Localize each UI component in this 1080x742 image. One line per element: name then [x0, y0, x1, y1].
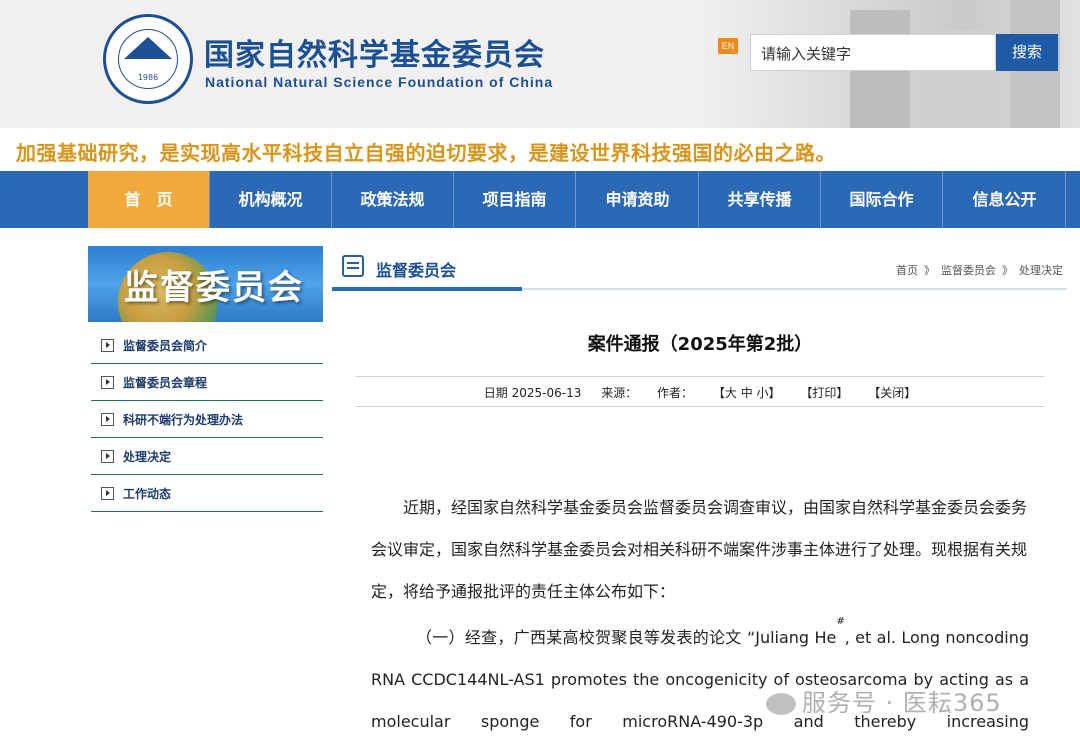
sidebar-banner: 监督委员会 — [88, 246, 323, 322]
article-paragraph-2: （一）经查，广西某高校贺聚良等发表的论文 “Juliang He#, et al… — [371, 617, 1029, 742]
nav-item-international[interactable]: 国际合作 — [821, 171, 943, 228]
breadcrumb-separator: 》 — [924, 264, 935, 277]
nav-item-sharing[interactable]: 共享传播 — [699, 171, 821, 228]
article-paragraph-1: 近期，经国家自然科学基金委员会监督委员会调查审议，由国家自然科学基金委员会委务会… — [371, 498, 1028, 601]
sidebar-item-label: 监督委员会章程 — [123, 376, 208, 390]
nav-item-disclosure[interactable]: 信息公开 — [944, 171, 1066, 228]
english-language-button[interactable]: EN — [718, 38, 738, 54]
slogan-text: 加强基础研究，是实现高水平科技自立自强的迫切要求，是建设世界科技强国的必由之路。 — [16, 141, 836, 165]
logo-year: 1986 — [137, 73, 159, 82]
sidebar-item-intro[interactable]: 监督委员会简介 — [91, 327, 323, 364]
logo-mountain-icon — [124, 37, 172, 59]
breadcrumb-decisions[interactable]: 处理决定 — [1019, 264, 1063, 277]
meta-divider-top — [356, 376, 1044, 377]
sidebar-item-label: 监督委员会简介 — [123, 339, 208, 353]
org-name-cn: 国家自然科学基金委员会 — [204, 38, 545, 73]
article-title: 案件通报（2025年第2批） — [587, 334, 813, 355]
org-name-en: National Natural Science Foundation of C… — [205, 74, 554, 90]
article-meta: 日期 2025-06-13 来源： 作者： 【大 中 小】 【打印】 【关闭】 — [356, 384, 1044, 401]
meta-divider-bottom — [356, 406, 1044, 407]
sidebar-item-charter[interactable]: 监督委员会章程 — [91, 364, 323, 401]
meta-date: 日期 2025-06-13 — [484, 386, 582, 400]
sidebar-banner-title: 监督委员会 — [124, 268, 304, 308]
watermark: 服务号 · 医耘365 — [766, 683, 1002, 718]
watermark-text: 服务号 · 医耘365 — [802, 689, 1002, 717]
search-button[interactable]: 搜索 — [996, 34, 1058, 71]
meta-author-label: 作者： — [657, 386, 694, 400]
section-title: 监督委员会 — [376, 261, 457, 280]
paragraph-2-part-a: （一）经查，广西某高校贺聚良等发表的论文 “Juliang He — [416, 628, 837, 647]
nav-item-about[interactable]: 机构概况 — [210, 171, 332, 228]
arrow-right-icon — [101, 413, 114, 426]
arrow-right-icon — [101, 339, 114, 352]
nsfc-logo[interactable]: 1986 — [103, 14, 193, 104]
meta-date-label: 日期 — [483, 386, 508, 400]
wechat-icon — [766, 693, 796, 715]
breadcrumb-home[interactable]: 首页 — [896, 264, 918, 277]
arrow-right-icon — [101, 487, 114, 500]
breadcrumb-committee[interactable]: 监督委员会 — [941, 264, 996, 277]
arrow-right-icon — [101, 376, 114, 389]
paragraph-2-superscript: # — [836, 616, 845, 627]
nav-item-apply[interactable]: 申请资助 — [577, 171, 699, 228]
arrow-right-icon — [101, 450, 114, 463]
nav-item-policies[interactable]: 政策法规 — [332, 171, 454, 228]
font-size-control[interactable]: 【大 中 小】 — [713, 386, 781, 400]
nav-item-guide[interactable]: 项目指南 — [454, 171, 576, 228]
document-icon — [342, 255, 364, 277]
sidebar-item-label: 工作动态 — [123, 487, 172, 501]
breadcrumb: 首页》监督委员会》处理决定 — [893, 262, 1066, 278]
breadcrumb-separator: 》 — [1002, 264, 1013, 277]
sidebar-item-news[interactable]: 工作动态 — [91, 475, 323, 512]
meta-date-value: 2025-06-13 — [511, 386, 582, 400]
print-button[interactable]: 【打印】 — [800, 386, 848, 400]
meta-source-label: 来源： — [601, 386, 638, 400]
sidebar-item-misconduct-rules[interactable]: 科研不端行为处理办法 — [91, 401, 323, 438]
nav-item-home[interactable]: 首 页 — [88, 171, 210, 228]
sidebar-item-label: 科研不端行为处理办法 — [123, 413, 244, 427]
sidebar-item-decisions[interactable]: 处理决定 — [91, 438, 323, 475]
search-input[interactable]: 请输入关键字 — [750, 34, 996, 71]
close-button[interactable]: 【关闭】 — [868, 386, 916, 400]
section-divider-accent — [332, 287, 522, 291]
sidebar-item-label: 处理决定 — [123, 450, 172, 464]
